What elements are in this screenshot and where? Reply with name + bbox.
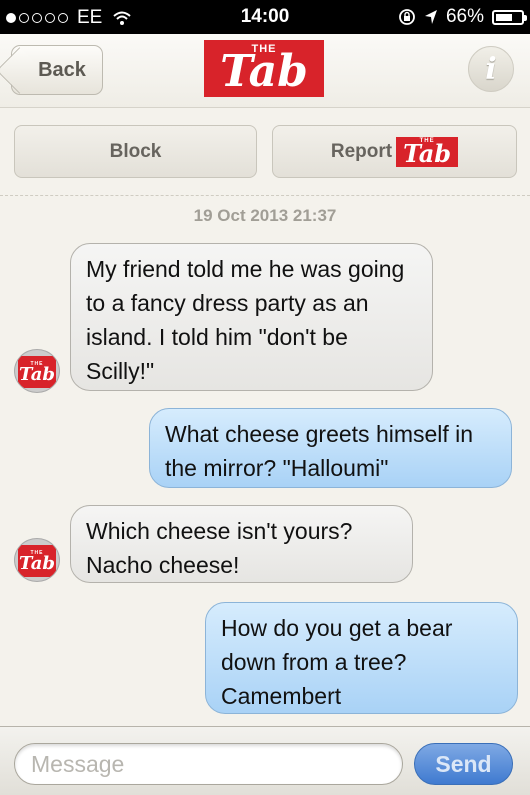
status-bar: EE 14:00 66%	[0, 0, 530, 34]
logo-word: Tab	[19, 552, 55, 574]
back-button-label: Back	[38, 58, 86, 81]
battery-percent: 66%	[445, 6, 484, 27]
report-button[interactable]: Report THE Tab	[272, 125, 517, 178]
back-button[interactable]: Back	[11, 45, 103, 95]
logo-word: Tab	[220, 45, 308, 97]
rotation-lock-icon	[399, 9, 415, 25]
message-timestamp: 19 Oct 2013 21:37	[193, 206, 337, 225]
navigation-bar: Back THE Tab i	[0, 34, 530, 108]
incoming-message-bubble[interactable]: Which cheese isn't yours? Nacho cheese!	[70, 505, 413, 583]
send-button-label: Send	[435, 750, 492, 777]
message-input[interactable]	[14, 743, 403, 785]
incoming-message-bubble[interactable]: My friend told me he was going to a fanc…	[70, 243, 433, 391]
info-icon: i	[485, 51, 497, 87]
contact-actions: Block Report THE Tab	[0, 108, 530, 196]
sender-avatar[interactable]: THE Tab	[14, 538, 60, 582]
battery-icon	[492, 9, 527, 25]
report-button-label: Report	[330, 140, 393, 162]
logo-word: Tab	[19, 363, 55, 385]
the-tab-logo: THE Tab	[18, 356, 56, 388]
send-button[interactable]: Send	[414, 743, 513, 785]
the-tab-logo: THE Tab	[396, 136, 459, 168]
logo-word: Tab	[403, 138, 452, 168]
status-right: 66%	[398, 6, 527, 28]
block-button[interactable]: Block	[14, 125, 257, 178]
the-tab-logo: THE Tab	[204, 40, 324, 97]
outgoing-message-bubble[interactable]: How do you get a bear down from a tree? …	[205, 602, 518, 714]
message-composer: Send	[0, 726, 530, 795]
outgoing-message-bubble[interactable]: What cheese greets himself in the mirror…	[149, 408, 512, 488]
info-button[interactable]: i	[468, 46, 514, 92]
location-arrow-icon	[424, 10, 437, 24]
block-button-label: Block	[109, 140, 162, 162]
the-tab-logo: THE Tab	[18, 545, 56, 577]
sender-avatar[interactable]: THE Tab	[14, 349, 60, 393]
